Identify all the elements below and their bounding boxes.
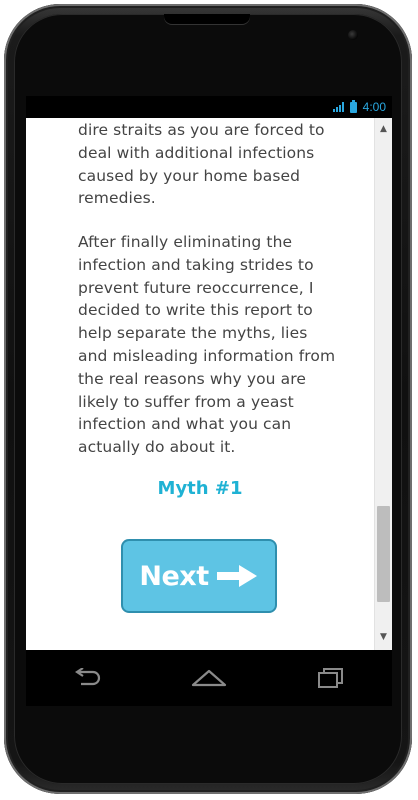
scroll-down-arrow-icon[interactable]: ▼ [375, 628, 392, 646]
recent-apps-button[interactable] [301, 658, 361, 698]
home-button[interactable] [179, 658, 239, 698]
front-camera [348, 30, 358, 40]
next-button-label: Next [139, 560, 209, 592]
back-button[interactable] [57, 658, 117, 698]
back-icon [75, 668, 101, 686]
status-bar: 4:00 [26, 96, 392, 118]
article-paragraph: dire straits as you are forced to deal w… [78, 121, 325, 208]
signal-icon [332, 102, 344, 112]
arrow-right-icon [216, 565, 257, 587]
app-screen[interactable]: dire straits as you are forced to deal w… [26, 118, 392, 650]
home-icon [191, 669, 227, 687]
battery-icon [349, 99, 357, 113]
vertical-scrollbar[interactable]: ▲ ▼ [374, 118, 392, 650]
article-paragraph: After finally eliminating the infection … [78, 233, 336, 457]
recent-apps-icon [318, 668, 343, 688]
earpiece-speaker [164, 14, 250, 24]
navigation-bar [26, 650, 392, 706]
scrollbar-thumb[interactable] [377, 506, 390, 602]
next-button[interactable]: Next [121, 539, 277, 613]
article-content[interactable]: dire straits as you are forced to deal w… [26, 118, 374, 650]
status-time: 4:00 [362, 100, 386, 114]
section-heading: Myth #1 [157, 478, 243, 499]
scroll-up-arrow-icon[interactable]: ▲ [375, 120, 392, 138]
